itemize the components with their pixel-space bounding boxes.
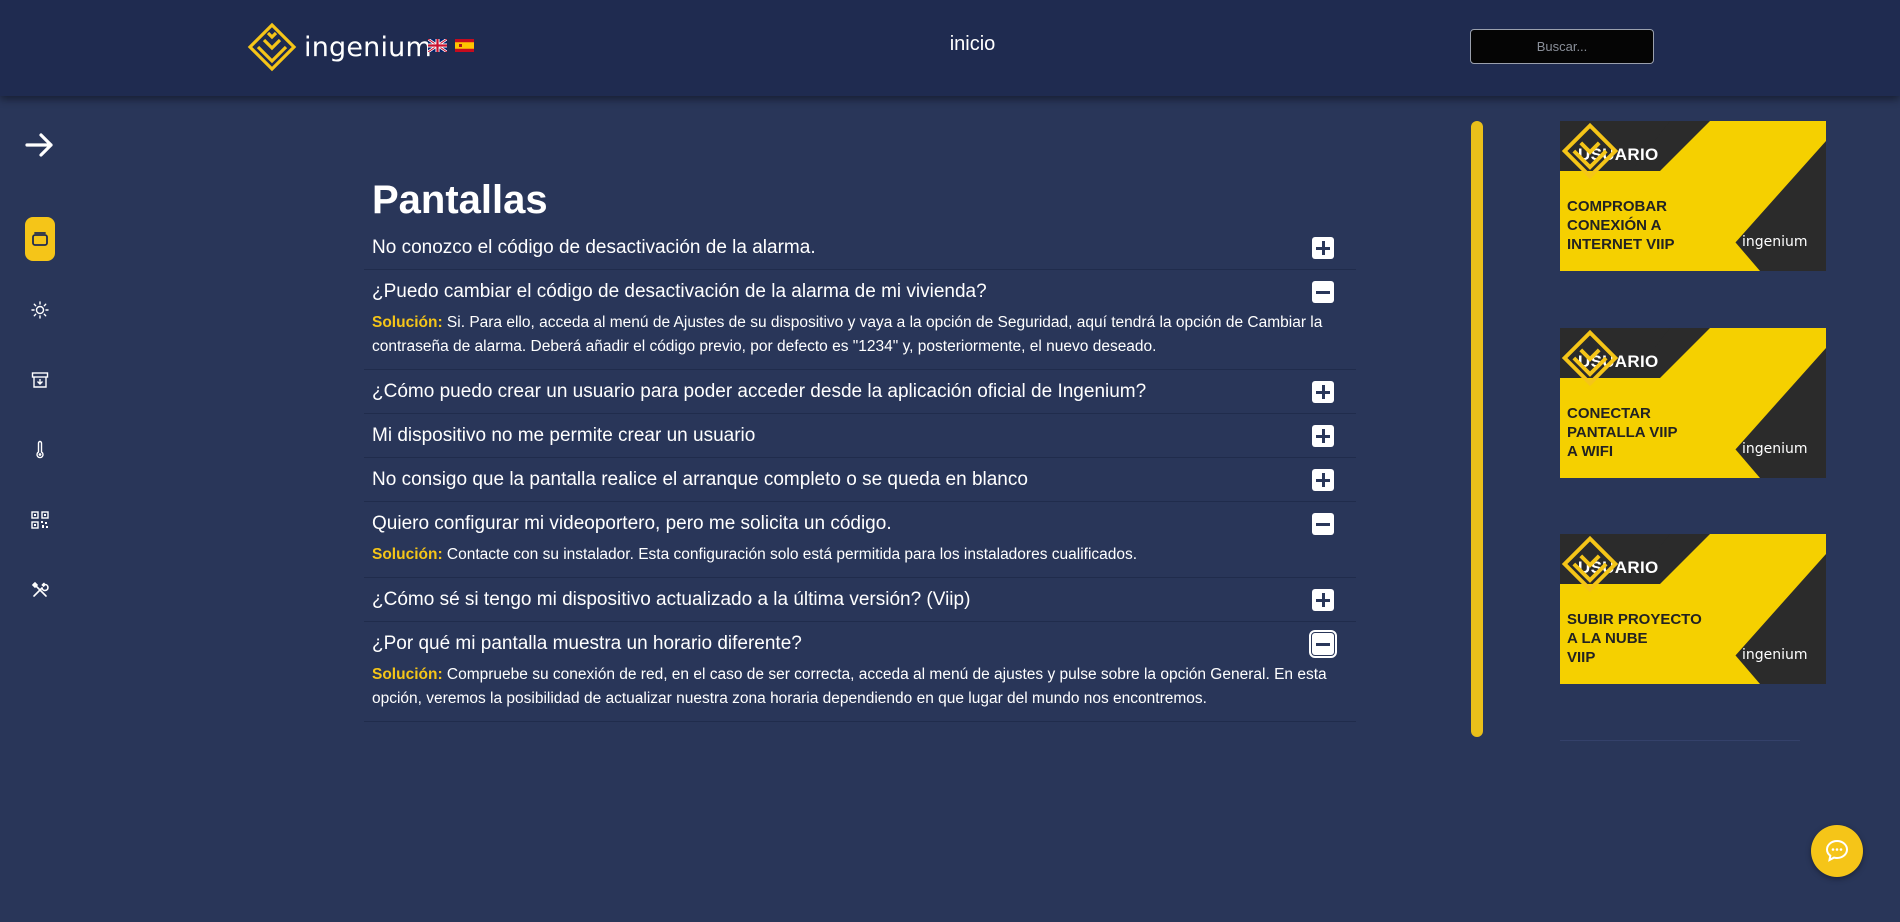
faq-item: ¿Por qué mi pantalla muestra un horario … [364, 622, 1356, 722]
collapse-minus-icon[interactable] [1309, 630, 1337, 658]
faq-item: ¿Cómo puedo crear un usuario para poder … [364, 370, 1356, 414]
thermometer-icon [36, 440, 44, 459]
divider [1560, 740, 1800, 741]
faq-item: Mi dispositivo no me permite crear un us… [364, 414, 1356, 458]
sidebar-item-iluminacion[interactable] [25, 295, 55, 325]
banner-line: COMPROBAR [1567, 198, 1667, 215]
sidebar-item-temperatura[interactable] [25, 435, 55, 465]
solution-label: Solución: [372, 314, 443, 331]
faq-item: ¿Puedo cambiar el código de desactivació… [364, 270, 1356, 370]
top-header: ingenium inicio [0, 0, 1900, 96]
banner-line: CONEXIÓN A [1567, 217, 1662, 234]
banner-brand: ingenium [1742, 647, 1808, 663]
flag-es-icon[interactable] [455, 39, 474, 52]
faq-question[interactable]: ¿Puedo cambiar el código de desactivació… [372, 270, 1348, 313]
expand-plus-icon[interactable] [1312, 425, 1334, 447]
banner-title: COMPROBAR CONEXIÓN A INTERNET VIIP [1567, 197, 1717, 254]
banner-line: A WIFI [1567, 443, 1614, 460]
qr-code-icon [31, 511, 49, 529]
search-input[interactable] [1470, 29, 1654, 64]
brand-name: ingenium [304, 31, 432, 63]
faq-item: ¿Cómo sé si tengo mi dispositivo actuali… [364, 578, 1356, 622]
faq-answer-text: Contacte con su instalador. Esta configu… [446, 546, 1138, 563]
expand-plus-icon[interactable] [1312, 589, 1334, 611]
banner-title: CONECTAR PANTALLA VIIP A WIFI [1567, 404, 1717, 461]
banner-line: A LA NUBE [1567, 630, 1648, 647]
page-title: Pantallas [372, 178, 548, 222]
panel-icon [32, 232, 48, 246]
sidebar-item-archivo[interactable] [25, 365, 55, 395]
faq-answer-text: Compruebe su conexión de red, en el caso… [372, 666, 1327, 707]
faq-answer: Solución: Contacte con su instalador. Es… [372, 543, 1348, 577]
solution-label: Solución: [372, 546, 443, 563]
archive-icon [31, 372, 49, 388]
banner-line: INTERNET VIIP [1567, 236, 1675, 253]
sun-icon [31, 301, 49, 319]
solution-label: Solución: [372, 666, 443, 683]
faq-answer-text: Si. Para ello, acceda al menú de Ajustes… [372, 314, 1323, 355]
flag-en-icon[interactable] [428, 39, 447, 52]
faq-item: Quiero configurar mi videoportero, pero … [364, 502, 1356, 578]
sidebar-toggle-button[interactable] [24, 129, 56, 161]
faq-question[interactable]: Mi dispositivo no me permite crear un us… [372, 414, 1348, 457]
faq-question[interactable]: ¿Por qué mi pantalla muestra un horario … [372, 622, 1348, 665]
faq-question[interactable]: Quiero configurar mi videoportero, pero … [372, 502, 1348, 545]
tools-icon [31, 581, 49, 597]
sidebar-item-herramientas[interactable] [25, 575, 55, 605]
banner-subir-proyecto[interactable]: USUARIO SUBIR PROYECTO A LA NUBE VIIP in… [1560, 534, 1826, 684]
ingenium-logo-icon [247, 22, 297, 72]
banner-line: VIIP [1567, 649, 1596, 666]
chat-button[interactable] [1811, 825, 1863, 877]
faq-question[interactable]: ¿Cómo puedo crear un usuario para poder … [372, 370, 1348, 413]
banner-brand: ingenium [1742, 234, 1808, 250]
expand-plus-icon[interactable] [1312, 381, 1334, 403]
sidebar-item-qr[interactable] [25, 505, 55, 535]
sidebar-item-pantallas[interactable] [25, 217, 55, 261]
nav-link-inicio[interactable]: inicio [900, 33, 1045, 56]
banner-line: SUBIR PROYECTO [1567, 611, 1702, 628]
chat-bubble-icon [1825, 839, 1849, 862]
faq-answer: Solución: Compruebe su conexión de red, … [372, 663, 1348, 721]
arrow-right-icon [25, 133, 53, 157]
faq-item: No conozco el código de desactivación de… [364, 226, 1356, 270]
banner-line: CONECTAR [1567, 405, 1651, 422]
faq-question[interactable]: ¿Cómo sé si tengo mi dispositivo actuali… [372, 578, 1348, 621]
faq-list: No conozco el código de desactivación de… [364, 226, 1356, 722]
expand-plus-icon[interactable] [1312, 469, 1334, 491]
collapse-minus-icon[interactable] [1312, 513, 1334, 535]
banner-comprobar-conexion[interactable]: USUARIO COMPROBAR CONEXIÓN A INTERNET VI… [1560, 121, 1826, 271]
brand-logo[interactable]: ingenium [246, 21, 432, 73]
ingenium-logo-icon [1561, 329, 1619, 387]
faq-item: No consigo que la pantalla realice el ar… [364, 458, 1356, 502]
banner-brand: ingenium [1742, 441, 1808, 457]
ingenium-logo-icon [1561, 122, 1619, 180]
faq-answer: Solución: Si. Para ello, acceda al menú … [372, 311, 1348, 369]
collapse-minus-icon[interactable] [1312, 281, 1334, 303]
expand-plus-icon[interactable] [1312, 237, 1334, 259]
faq-question[interactable]: No conozco el código de desactivación de… [372, 226, 1348, 269]
content-scrollbar[interactable] [1471, 121, 1483, 737]
banner-conectar-wifi[interactable]: USUARIO CONECTAR PANTALLA VIIP A WIFI in… [1560, 328, 1826, 478]
banner-title: SUBIR PROYECTO A LA NUBE VIIP [1567, 610, 1717, 667]
banner-line: PANTALLA VIIP [1567, 424, 1678, 441]
faq-question[interactable]: No consigo que la pantalla realice el ar… [372, 458, 1348, 501]
ingenium-logo-icon [1561, 535, 1619, 593]
